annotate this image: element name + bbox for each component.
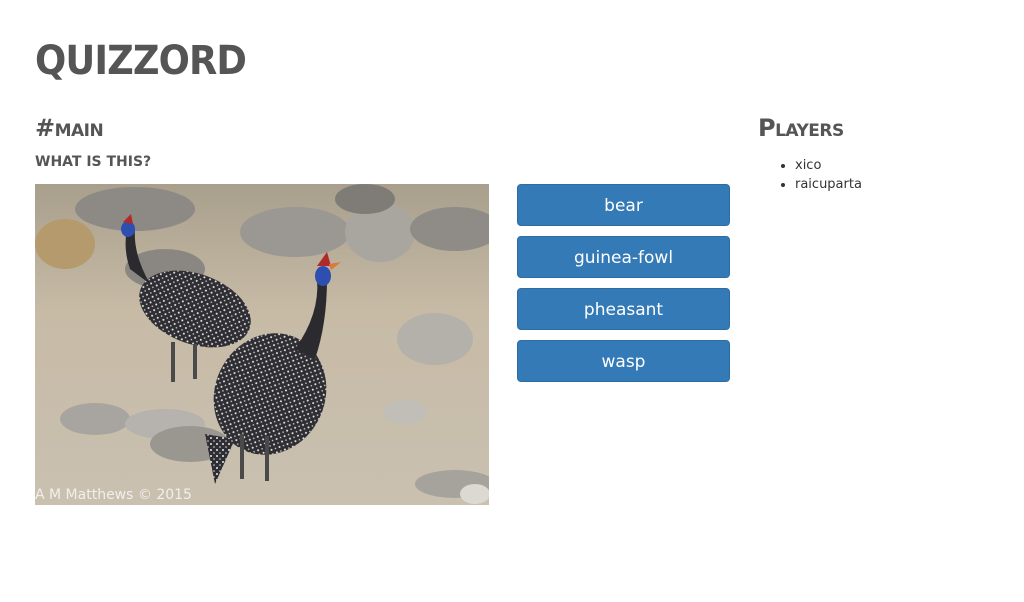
answer-options: bear guinea-fowl pheasant wasp [517,184,730,392]
guinea-fowl-photo [35,184,489,505]
player-item: raicuparta [795,175,862,194]
question-text: What is this? [35,154,152,170]
room-title: #main [35,114,104,142]
players-title: Players [758,114,844,142]
answer-button-guinea-fowl[interactable]: guinea-fowl [517,236,730,278]
answer-button-wasp[interactable]: wasp [517,340,730,382]
answer-button-bear[interactable]: bear [517,184,730,226]
players-list: xico raicuparta [778,156,862,194]
quiz-image: A M Matthews © 2015 [35,184,489,505]
photo-credit: A M Matthews © 2015 [35,487,192,503]
answer-button-pheasant[interactable]: pheasant [517,288,730,330]
app-title: Quizzord [35,38,247,84]
player-item: xico [795,156,862,175]
